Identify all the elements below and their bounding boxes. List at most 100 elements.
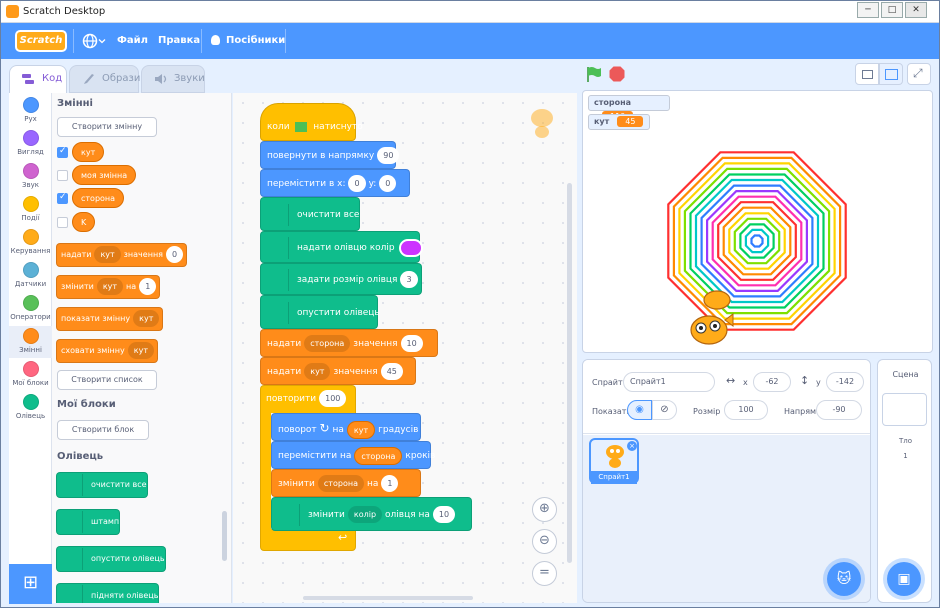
variable-checkbox-kut[interactable] <box>57 146 68 158</box>
variable-reporter-kut[interactable]: кут <box>72 142 105 162</box>
edit-menu[interactable]: Правка <box>158 23 200 59</box>
stage-thumbnail[interactable] <box>882 393 927 426</box>
value-input[interactable]: 0 <box>165 246 184 263</box>
language-menu[interactable] <box>81 23 107 59</box>
change-pen-color-block[interactable]: змінити колір олівця на 10 <box>271 497 472 531</box>
cat-sprite[interactable] <box>687 286 739 352</box>
y-input[interactable]: -142 <box>826 372 864 392</box>
x-input[interactable]: -62 <box>753 372 791 392</box>
variable-dropdown[interactable]: кут <box>96 278 124 295</box>
pen-stamp-block[interactable]: штамп <box>56 509 121 535</box>
set-angle-block[interactable]: надати кут значення 45 <box>260 357 416 385</box>
category-4[interactable]: Події <box>9 194 52 226</box>
close-button[interactable]: ✕ <box>905 2 927 18</box>
variable-dropdown[interactable]: кут <box>133 310 160 327</box>
pen-down-script-block[interactable]: опустити олівець <box>260 295 380 329</box>
category-6[interactable]: Датчики <box>9 260 52 292</box>
variable-reporter-k[interactable]: K <box>72 212 96 232</box>
tab-costumes[interactable]: Образи <box>69 65 140 93</box>
palette-scrollbar[interactable] <box>222 511 227 561</box>
sprite-name-input[interactable]: Спрайт1 <box>623 372 715 392</box>
sprite-thumbnail[interactable]: Спрайт1 × <box>589 438 639 484</box>
make-variable-button[interactable]: Створити змінну <box>57 117 157 137</box>
small-stage-button[interactable] <box>855 63 879 85</box>
zoom-in-button[interactable]: ⊕ <box>532 497 557 522</box>
green-flag-button[interactable] <box>585 65 603 83</box>
size-input[interactable]: 100 <box>724 400 768 420</box>
show-sprite-button[interactable]: ◉ <box>627 400 652 420</box>
scratch-logo[interactable]: Scratch <box>15 30 67 52</box>
category-1[interactable]: Рух <box>9 95 52 127</box>
hide-sprite-button[interactable]: ⊘ <box>652 400 677 420</box>
repeat-count-input[interactable]: 100 <box>319 390 347 407</box>
y-input[interactable]: 0 <box>379 175 397 192</box>
direction-input[interactable]: -90 <box>816 400 862 420</box>
change-variable-block[interactable]: змінити кут на 1 <box>56 275 161 299</box>
delete-sprite-icon[interactable]: × <box>627 441 637 451</box>
hide-variable-block[interactable]: сховати змінну кут <box>56 339 158 363</box>
variable-dropdown[interactable]: кут <box>304 363 331 380</box>
choose-sprite-button[interactable]: 🐱 <box>827 562 861 596</box>
zoom-out-button[interactable]: ⊖ <box>532 529 557 554</box>
file-menu[interactable]: Файл <box>117 23 148 59</box>
value-input[interactable]: 1 <box>381 475 399 492</box>
when-flag-clicked-hat-block[interactable]: коли натиснуто <box>260 103 363 141</box>
set-pen-color-block[interactable]: надати олівцю колір <box>260 231 423 263</box>
fullscreen-button[interactable]: ⤢ <box>907 63 931 85</box>
pen-param-dropdown[interactable]: колір <box>347 506 383 523</box>
goto-xy-block[interactable]: перемістити в x: 0 y: 0 <box>260 169 410 197</box>
set-pen-size-block[interactable]: задати розмір олівця 3 <box>260 263 422 295</box>
maximize-button[interactable]: □ <box>881 2 903 18</box>
make-list-button[interactable]: Створити список <box>57 370 157 390</box>
make-block-button[interactable]: Створити блок <box>57 420 149 440</box>
category-7[interactable]: Оператори <box>9 293 52 325</box>
pen-color-swatch[interactable] <box>398 238 423 257</box>
variable-checkbox-k[interactable] <box>57 217 68 228</box>
pen-down-block[interactable]: опустити олівець <box>56 546 166 572</box>
add-extension-button[interactable]: ⊞ <box>9 564 52 604</box>
pen-size-input[interactable]: 3 <box>400 271 418 288</box>
value-input[interactable]: 10 <box>400 335 423 352</box>
category-8[interactable]: Змінні <box>9 326 52 358</box>
category-10[interactable]: Олівець <box>9 392 52 424</box>
x-input[interactable]: 0 <box>348 175 366 192</box>
turn-block[interactable]: поворот ↻ на кут градусів <box>271 413 421 441</box>
tab-code[interactable]: Код <box>9 65 67 94</box>
change-side-block[interactable]: змінити сторона на 1 <box>271 469 421 497</box>
minimize-button[interactable]: ─ <box>857 2 879 18</box>
large-stage-button[interactable] <box>879 63 903 85</box>
code-vertical-scrollbar[interactable] <box>567 183 572 563</box>
category-2[interactable]: Вигляд <box>9 128 52 160</box>
value-input[interactable]: 1 <box>139 278 157 295</box>
stop-button[interactable] <box>608 65 626 83</box>
show-variable-block[interactable]: показати змінну кут <box>56 307 164 331</box>
set-variable-block[interactable]: надати кут значення 0 <box>56 243 188 267</box>
variable-reporter-my-variable[interactable]: моя змінна <box>72 165 137 185</box>
choose-backdrop-button[interactable]: ▣ <box>887 562 921 596</box>
tutorials-menu[interactable]: Посібники <box>211 23 285 59</box>
move-steps-block[interactable]: перемістити на сторона кроків <box>271 441 435 469</box>
pen-clear-block[interactable]: очистити все <box>56 472 148 498</box>
pen-clear-script-block[interactable]: очистити все <box>260 197 360 231</box>
variable-checkbox-my-variable[interactable] <box>57 170 68 181</box>
stage[interactable]: сторона110 кут 45 <box>582 90 933 353</box>
side-reporter[interactable]: сторона <box>354 446 403 465</box>
variable-checkbox-storona[interactable] <box>57 192 68 204</box>
angle-reporter[interactable]: кут <box>346 420 376 439</box>
value-input[interactable]: 45 <box>380 363 403 380</box>
variable-dropdown[interactable]: сторона <box>304 335 351 352</box>
variable-dropdown[interactable]: кут <box>94 246 121 263</box>
pen-up-block[interactable]: підняти олівець <box>56 583 160 603</box>
code-horizontal-scrollbar[interactable] <box>303 596 473 600</box>
variable-dropdown[interactable]: сторона <box>317 475 364 492</box>
zoom-reset-button[interactable]: = <box>532 561 557 586</box>
variable-dropdown[interactable]: кут <box>127 342 154 359</box>
direction-input[interactable]: 90 <box>377 147 400 164</box>
set-side-block[interactable]: надати сторона значення 10 <box>260 329 438 357</box>
value-input[interactable]: 10 <box>432 506 456 523</box>
category-9[interactable]: Мої блоки <box>9 359 52 391</box>
point-in-direction-block[interactable]: повернути в напрямку 90 <box>260 141 400 169</box>
category-3[interactable]: Звук <box>9 161 52 193</box>
variable-reporter-storona[interactable]: сторона <box>72 188 125 208</box>
category-5[interactable]: Керування <box>9 227 52 259</box>
